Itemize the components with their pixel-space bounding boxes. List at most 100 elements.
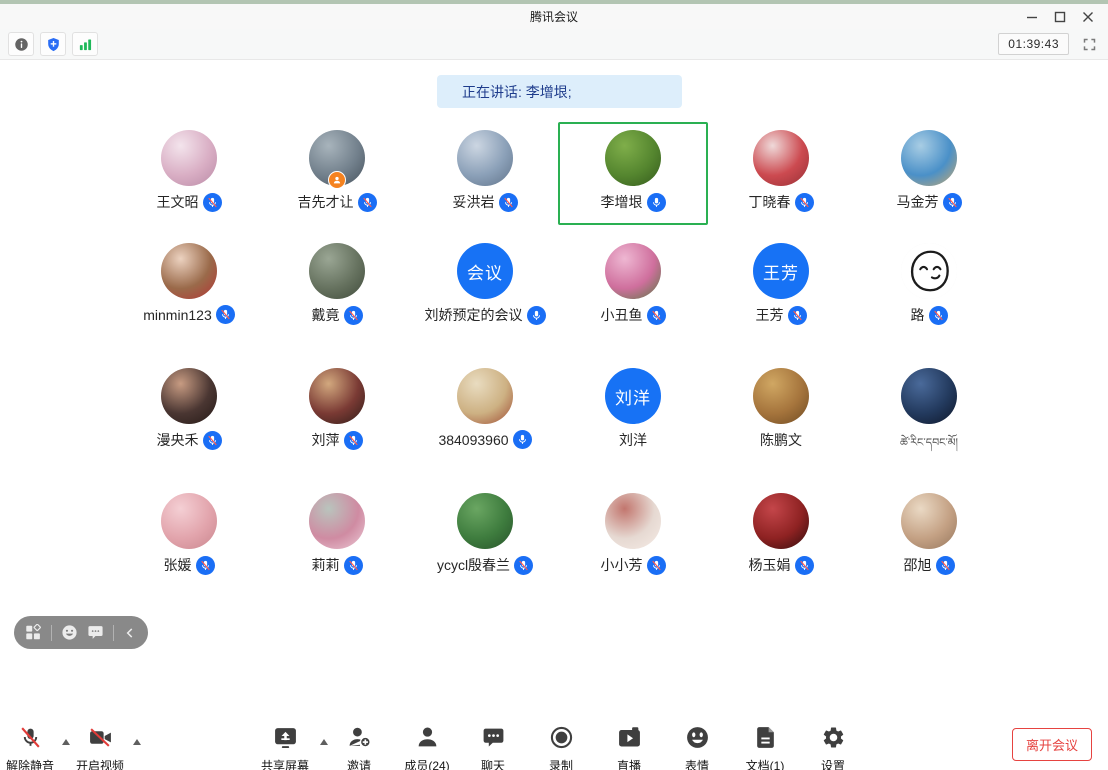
toolbar-label: 文档(1) (746, 757, 785, 770)
minimize-button[interactable] (1018, 5, 1046, 29)
participant-name: 王芳 (756, 305, 784, 325)
participant-tile[interactable]: 戴竟 (263, 235, 411, 360)
participant-tile[interactable]: 384093960 (411, 360, 559, 485)
toolbar-camera-slash-button[interactable]: 开启视频 (61, 725, 139, 770)
participant-tile[interactable]: 王芳王芳 (707, 235, 855, 360)
window-title: 腾讯会议 (530, 8, 578, 25)
chat-icon[interactable] (87, 624, 104, 641)
toolbar-share-screen-button[interactable]: 共享屏幕 (246, 725, 324, 770)
participant-name: 小丑鱼 (601, 305, 643, 325)
avatar (605, 243, 661, 299)
mic-on-icon[interactable] (527, 306, 546, 325)
participant-tile[interactable]: 漫央禾 (115, 360, 263, 485)
toolbar-label: 表情 (685, 757, 709, 770)
security-shield-icon[interactable] (40, 32, 66, 56)
fullscreen-icon[interactable] (1078, 33, 1100, 55)
avatar (901, 130, 957, 186)
mic-muted-icon[interactable] (499, 193, 518, 212)
participant-name-row: 杨玉娟 (749, 555, 814, 575)
participant-name-row: 张媛 (164, 555, 215, 575)
participant-name: 刘洋 (619, 430, 647, 450)
participant-tile[interactable]: 吉先才让 (263, 122, 411, 235)
participant-tile[interactable]: 马金芳 (855, 122, 1003, 235)
participant-tile[interactable]: 陈鹏文 (707, 360, 855, 485)
participant-tile[interactable]: 小丑鱼 (559, 235, 707, 360)
participant-name-row: 邵旭 (904, 555, 955, 575)
participant-tile[interactable]: 小小芳 (559, 485, 707, 610)
participant-tile[interactable]: 张媛 (115, 485, 263, 610)
leave-meeting-button[interactable]: 离开会议 (1012, 728, 1092, 761)
mic-muted-icon[interactable] (943, 193, 962, 212)
participant-tile[interactable]: minmin123 (115, 235, 263, 360)
network-signal-icon[interactable] (72, 32, 98, 56)
mic-muted-icon[interactable] (344, 431, 363, 450)
avatar (901, 368, 957, 424)
toolbar-emoji-button[interactable]: 表情 (658, 725, 736, 770)
participant-name: 妥洪岩 (453, 192, 495, 212)
meeting-info-icon[interactable] (8, 32, 34, 56)
participant-tile[interactable]: 会议刘娇预定的会议 (411, 235, 559, 360)
participant-tile[interactable]: 刘萍 (263, 360, 411, 485)
mic-muted-icon[interactable] (514, 556, 533, 575)
participant-name: 小小芳 (601, 555, 643, 575)
window-controls (1018, 4, 1102, 29)
mic-muted-icon[interactable] (647, 306, 666, 325)
participant-tile[interactable]: 路 (855, 235, 1003, 360)
mic-muted-icon[interactable] (795, 556, 814, 575)
mic-muted-icon[interactable] (647, 556, 666, 575)
participant-name-row: 马金芳 (897, 192, 962, 212)
mic-muted-icon[interactable] (344, 556, 363, 575)
participant-tile[interactable]: 妥洪岩 (411, 122, 559, 235)
mic-muted-icon[interactable] (344, 306, 363, 325)
mic-muted-icon[interactable] (936, 556, 955, 575)
toolbar-document-button[interactable]: 文档(1) (726, 725, 804, 770)
toolbar-label: 成员(24) (404, 757, 449, 770)
participant-tile[interactable]: 邵旭 (855, 485, 1003, 610)
toolbar-chat-button[interactable]: 聊天 (454, 725, 532, 770)
participant-tile[interactable]: ycycl殷春兰 (411, 485, 559, 610)
floating-toolbar (14, 616, 148, 649)
avatar (309, 243, 365, 299)
participant-tile[interactable]: 丁晓春 (707, 122, 855, 235)
mic-muted-icon[interactable] (788, 306, 807, 325)
participant-name: 刘娇预定的会议 (425, 305, 523, 325)
avatar (605, 130, 661, 186)
participant-tile[interactable]: 李增垠 (559, 122, 707, 235)
toolbar-record-button[interactable]: 录制 (522, 725, 600, 770)
participant-name: 路 (911, 305, 925, 325)
mic-muted-icon[interactable] (203, 431, 222, 450)
participant-name-row: minmin123 (143, 305, 234, 324)
collapse-icon[interactable] (123, 626, 137, 640)
toolbar-live-button[interactable]: 直播 (590, 725, 668, 770)
mic-on-icon[interactable] (513, 430, 532, 449)
emoji-icon[interactable] (61, 624, 78, 641)
participant-tile[interactable]: 王文昭 (115, 122, 263, 235)
participant-tile[interactable]: 刘洋刘洋 (559, 360, 707, 485)
mic-muted-icon[interactable] (929, 306, 948, 325)
participant-name-row: 路 (911, 305, 948, 325)
meeting-timer: 01:39:43 (998, 33, 1069, 55)
participant-name-row: ycycl殷春兰 (437, 555, 533, 575)
layout-icon[interactable] (25, 624, 42, 641)
members-icon (415, 725, 440, 755)
toolbar-mic-slash-button[interactable]: 解除静音 (0, 725, 69, 770)
menu-up-arrow[interactable] (133, 739, 141, 745)
participant-name: ycycl殷春兰 (437, 555, 510, 575)
toolbar-invite-button[interactable]: 邀请 (320, 725, 398, 770)
mic-muted-icon[interactable] (216, 305, 235, 324)
mic-muted-icon[interactable] (203, 193, 222, 212)
participant-tile[interactable]: ཚེ་རིང་དབང་མོ། (855, 360, 1003, 485)
mic-muted-icon[interactable] (795, 193, 814, 212)
close-button[interactable] (1074, 5, 1102, 29)
toolbar-settings-button[interactable]: 设置 (794, 725, 872, 770)
maximize-button[interactable] (1046, 5, 1074, 29)
mic-muted-icon[interactable] (196, 556, 215, 575)
avatar (161, 368, 217, 424)
participant-tile[interactable]: 杨玉娟 (707, 485, 855, 610)
bottom-toolbar: 离开会议 解除静音开启视频 共享屏幕邀请成员(24) 聊天 录制直播表情 文档(1) 设置 (0, 715, 1108, 770)
mic-muted-icon[interactable] (358, 193, 377, 212)
toolbar-label: 聊天 (481, 757, 505, 770)
status-bar: 01:39:43 (0, 29, 1108, 60)
avatar (901, 493, 957, 549)
participant-tile[interactable]: 莉莉 (263, 485, 411, 610)
